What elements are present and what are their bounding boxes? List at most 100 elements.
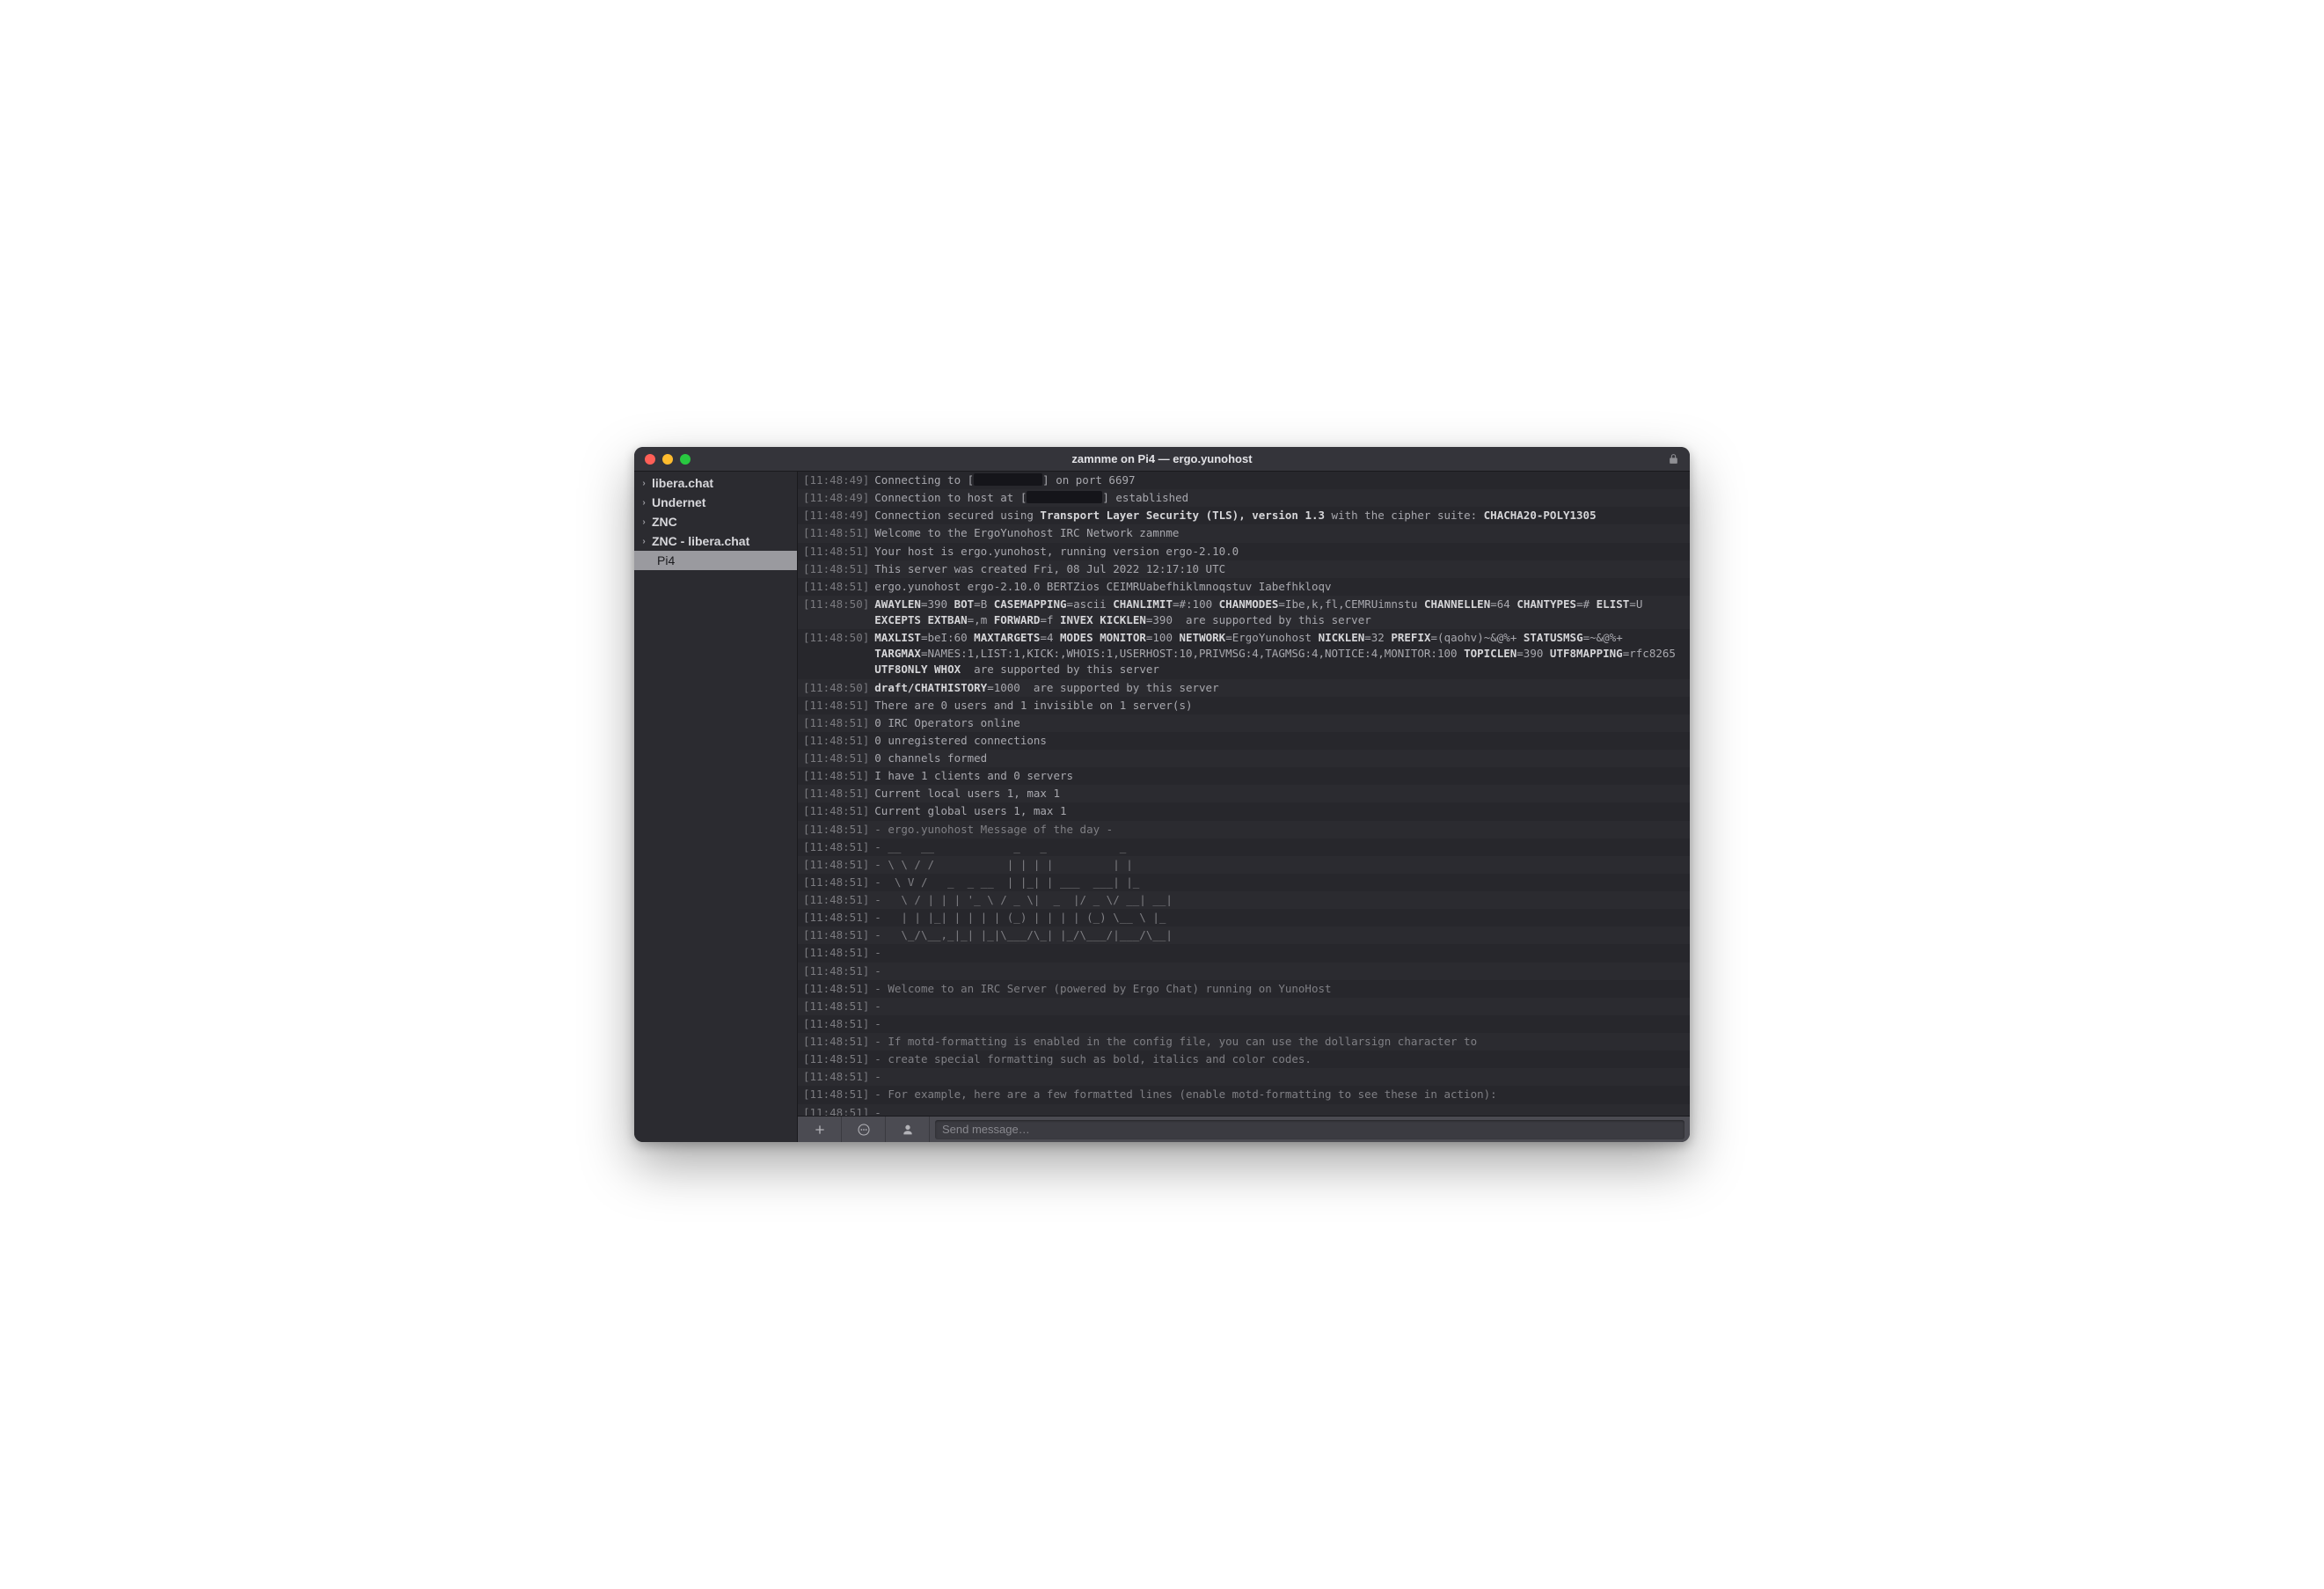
message-text: 0 channels formed — [874, 751, 987, 766]
message-text: ergo.yunohost ergo-2.10.0 BERTZios CEIMR… — [874, 579, 1331, 595]
message-timestamp: [11:48:51] — [803, 857, 869, 873]
message-text: 0 unregistered connections — [874, 733, 1047, 749]
message-row: [11:48:51] 0 unregistered connections — [798, 732, 1690, 750]
message-row: [11:48:51]- \ \ / / | | | | | | — [798, 856, 1690, 874]
sidebar-item[interactable]: › libera.chat — [634, 473, 797, 493]
lock-icon — [1668, 447, 1679, 471]
message-text: I have 1 clients and 0 servers — [874, 768, 1073, 784]
message-row: [11:48:51] Current global users 1, max 1 — [798, 802, 1690, 820]
message-row: [11:48:51] - \_/\__,_|_| |_|\___/\_| |_/\… — [798, 926, 1690, 944]
message-row: [11:48:50]AWAYLEN=390 BOT=B CASEMAPPING=… — [798, 596, 1690, 629]
message-row: [11:48:51]There are 0 users and 1 invisi… — [798, 697, 1690, 714]
message-row: [11:48:51] - \ / | | | '_ \ / _ \| _ |/ _… — [798, 891, 1690, 909]
message-timestamp: [11:48:51] — [803, 1051, 869, 1067]
redacted-block — [974, 473, 1042, 486]
chevron-right-icon: › — [639, 479, 648, 488]
message-row: [11:48:51]0 channels formed — [798, 750, 1690, 767]
message-timestamp: [11:48:51] — [803, 803, 869, 819]
redacted-block — [1027, 491, 1102, 503]
message-text: - \_/\__,_|_| |_|\___/\_| |_/\___/|___/\… — [874, 927, 1173, 943]
message-timestamp: [11:48:51] — [803, 910, 869, 926]
add-button[interactable] — [798, 1117, 842, 1142]
message-input-wrapper — [930, 1117, 1690, 1142]
message-row: [11:48:51]This server was created Fri, 0… — [798, 560, 1690, 578]
message-timestamp: [11:48:51] — [803, 786, 869, 802]
message-row: [11:48:51] ergo.yunohost ergo-2.10.0 BERT… — [798, 578, 1690, 596]
message-row: [11:48:51] Your host is ergo.yunohost, ru… — [798, 543, 1690, 560]
message-text: draft/CHATHISTORY=1000 are supported by … — [874, 680, 1218, 696]
message-timestamp: [11:48:51] — [803, 733, 869, 749]
message-timestamp: [11:48:51] — [803, 525, 869, 541]
message-text: - — [874, 1105, 881, 1117]
message-timestamp: [11:48:51] — [803, 768, 869, 784]
message-text: 0 IRC Operators online — [874, 715, 1020, 731]
window-title: zamnme on Pi4 — ergo.yunohost — [1071, 452, 1252, 465]
message-input[interactable] — [935, 1120, 1685, 1139]
message-timestamp: [11:48:51] — [803, 1034, 869, 1050]
message-row: [11:48:51]Welcome to the ErgoYunohost IR… — [798, 524, 1690, 542]
ellipsis-icon — [857, 1123, 871, 1137]
sidebar-item[interactable]: ›ZNC - libera.chat — [634, 531, 797, 551]
message-timestamp: [11:48:50] — [803, 630, 869, 646]
sidebar-item-label: Pi4 — [657, 553, 675, 568]
message-text: MAXLIST=beI:60 MAXTARGETS=4 MODES MONITO… — [874, 630, 1685, 677]
message-timestamp: [11:48:51] — [803, 892, 869, 908]
chevron-right-icon: › — [639, 498, 648, 508]
message-timestamp: [11:48:51] — [803, 544, 869, 560]
message-timestamp: [11:48:51] — [803, 927, 869, 943]
sidebar-item-label: libera.chat — [652, 476, 713, 490]
message-text: Current global users 1, max 1 — [874, 803, 1066, 819]
message-timestamp: [11:48:51] — [803, 839, 869, 855]
message-timestamp: [11:48:51] — [803, 579, 869, 595]
message-row: [11:48:51]- — [798, 1015, 1690, 1033]
message-row: [11:48:51]- — [798, 1068, 1690, 1086]
message-row: [11:48:51]- If motd-formatting is enable… — [798, 1033, 1690, 1051]
main-pane: [11:48:49]Connecting to [] on port 6697[… — [798, 472, 1690, 1142]
message-text: - — [874, 963, 881, 979]
message-text: - — [874, 1016, 881, 1032]
sidebar-item[interactable]: ›ZNC — [634, 512, 797, 531]
message-text: Connection secured using Transport Layer… — [874, 508, 1596, 524]
message-timestamp: [11:48:50] — [803, 680, 869, 696]
message-row: [11:48:51] - | | |_| | | | | (_) | | | | … — [798, 909, 1690, 926]
message-text: - | | |_| | | | | (_) | | | | (_) \__ \ … — [874, 910, 1166, 926]
message-text: Current local users 1, max 1 — [874, 786, 1060, 802]
sidebar-item[interactable]: ›Undernet — [634, 493, 797, 512]
message-list[interactable]: [11:48:49]Connecting to [] on port 6697[… — [798, 472, 1690, 1116]
message-timestamp: [11:48:51] — [803, 1105, 869, 1117]
message-text: - create special formatting such as bold… — [874, 1051, 1312, 1067]
sidebar-item-label: ZNC - libera.chat — [652, 534, 749, 548]
message-text: There are 0 users and 1 invisible on 1 s… — [874, 698, 1192, 714]
message-text: - ergo.yunohost Message of the day - — [874, 822, 1113, 838]
message-row: [11:48:51]- __ __ _ _ _ — [798, 838, 1690, 856]
message-row: [11:48:51]- — [798, 963, 1690, 980]
message-timestamp: [11:48:51] — [803, 561, 869, 577]
message-row: [11:48:50] draft/CHATHISTORY=1000 are sup… — [798, 679, 1690, 697]
message-row: [11:48:51]0 IRC Operators online — [798, 714, 1690, 732]
traffic-lights — [645, 447, 691, 471]
message-timestamp: [11:48:51] — [803, 1069, 869, 1085]
message-timestamp: [11:48:50] — [803, 597, 869, 612]
message-timestamp: [11:48:51] — [803, 1016, 869, 1032]
message-text: Your host is ergo.yunohost, running vers… — [874, 544, 1239, 560]
more-button[interactable] — [842, 1117, 886, 1142]
close-window-button[interactable] — [645, 454, 655, 465]
message-text: - \ / | | | '_ \ / _ \| _ |/ _ \/ __| __… — [874, 892, 1173, 908]
users-button[interactable] — [886, 1117, 930, 1142]
zoom-window-button[interactable] — [680, 454, 691, 465]
message-row: [11:48:51]- For example, here are a few … — [798, 1086, 1690, 1103]
message-text: Connecting to [] on port 6697 — [874, 472, 1135, 488]
sidebar-item[interactable]: Pi4 — [634, 551, 797, 570]
message-text: - — [874, 945, 881, 961]
titlebar[interactable]: zamnme on Pi4 — ergo.yunohost — [634, 447, 1690, 472]
message-text: - \ V / _ _ __ | |_| | ___ ___| |_ — [874, 875, 1139, 890]
message-row: [11:48:51] Current local users 1, max 1 — [798, 785, 1690, 802]
message-row: [11:48:51]- \ V / _ _ __ | |_| | ___ ___… — [798, 874, 1690, 891]
window-body: ›libera.chat›Undernet›ZNC›ZNC - libera.c… — [634, 472, 1690, 1142]
message-row: [11:48:51]- — [798, 944, 1690, 962]
minimize-window-button[interactable] — [662, 454, 673, 465]
plus-icon — [813, 1123, 827, 1137]
message-timestamp: [11:48:51] — [803, 945, 869, 961]
sidebar-item-label: ZNC — [652, 515, 677, 529]
message-text: - — [874, 999, 881, 1014]
